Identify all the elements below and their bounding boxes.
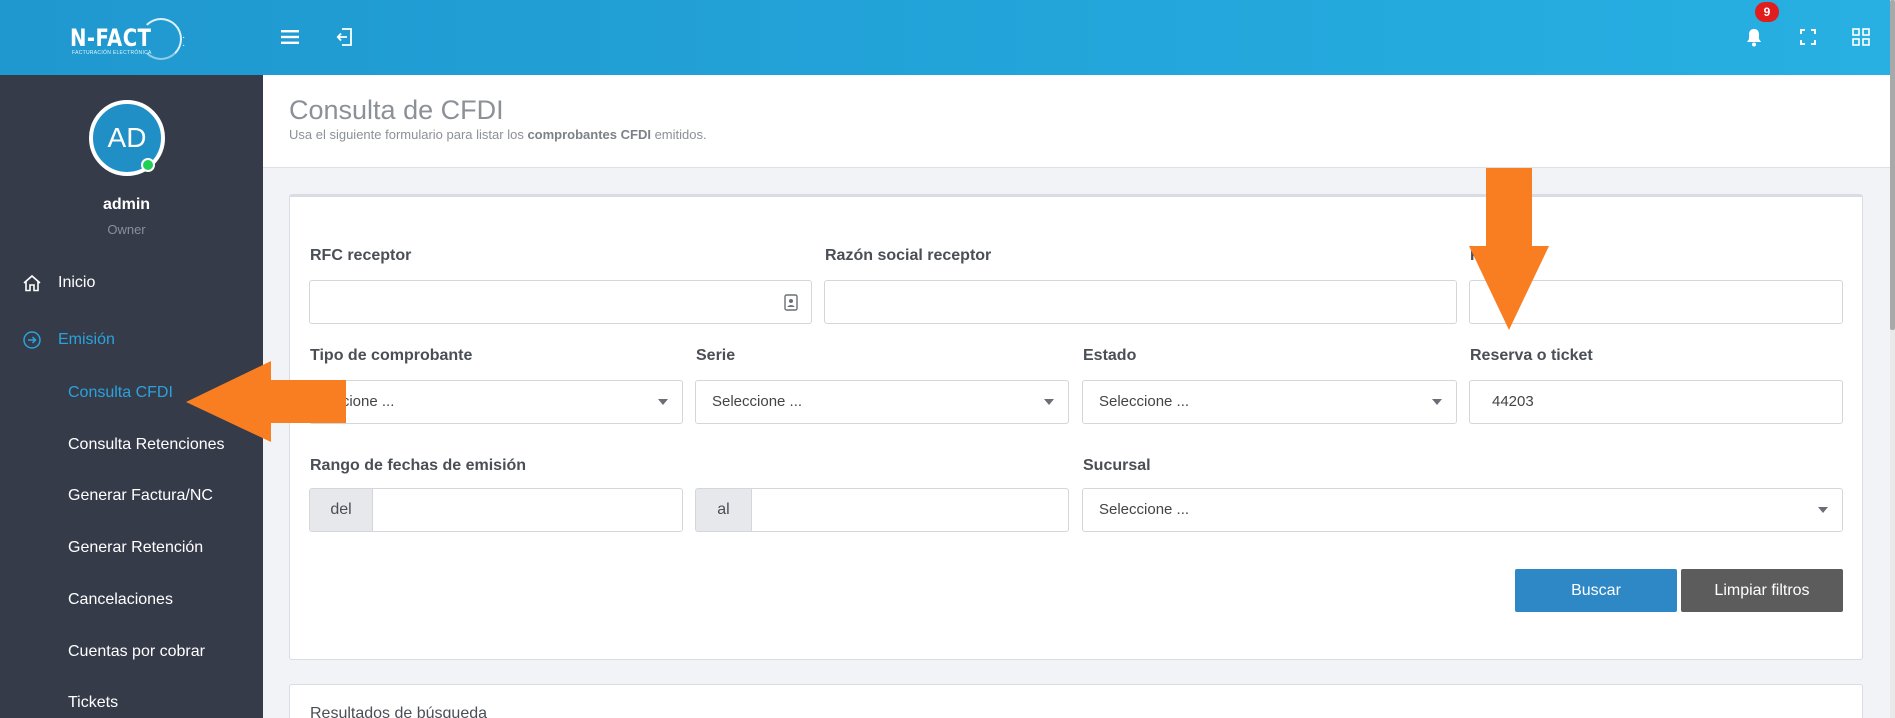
rfc-input[interactable]: [309, 280, 812, 324]
al-addon: al: [695, 488, 752, 532]
results-card: Resultados de búsqueda: [289, 684, 1863, 718]
logo-subtext: FACTURACIÓN ELECTRÓNICA: [72, 50, 152, 56]
results-title: Resultados de búsqueda: [310, 705, 488, 718]
contact-card-icon[interactable]: [784, 294, 798, 316]
estado-value: Seleccione ...: [1099, 393, 1190, 410]
notification-badge: 9: [1755, 2, 1779, 22]
tipo-comprobante-select[interactable]: eccione ...: [309, 380, 683, 424]
sucursal-label: Sucursal: [1083, 457, 1151, 474]
arrow-circle-right-icon: [14, 330, 50, 350]
del-addon: del: [309, 488, 373, 532]
rango-fechas-label: Rango de fechas de emisión: [310, 457, 527, 474]
sidebar-subitem-generar-retencion[interactable]: Generar Retención: [68, 539, 203, 557]
sidebar-item-emision[interactable]: Emisión: [0, 318, 263, 362]
reserva-ticket-label: Reserva o ticket: [1470, 347, 1593, 364]
fecha-al-input[interactable]: [751, 488, 1069, 532]
razon-social-label: Razón social receptor: [825, 247, 992, 264]
page-scrollbar-thumb[interactable]: [1890, 0, 1895, 330]
sidebar-subitem-cuentas-por-cobrar[interactable]: Cuentas por cobrar: [68, 643, 205, 661]
home-icon: [14, 274, 50, 292]
sidebar-subitem-consulta-cfdi[interactable]: Consulta CFDI: [68, 384, 173, 402]
razon-social-input[interactable]: [824, 280, 1457, 324]
page-title: Consulta de CFDI: [289, 95, 504, 125]
topbar: N-FACT FACTURACIÓN ELECTRÓNICA · · 9: [0, 0, 1890, 75]
serie-select[interactable]: Seleccione ...: [695, 380, 1069, 424]
page-header: Consulta de CFDI Usa el siguiente formul…: [263, 75, 1890, 168]
sidebar-subitem-cancelaciones[interactable]: Cancelaciones: [68, 591, 173, 609]
apps-grid-icon[interactable]: [1846, 22, 1876, 52]
fecha-del-input[interactable]: [372, 488, 683, 532]
sidebar: AD admin Owner Inicio Emisión Consulta C…: [0, 75, 263, 718]
sidebar-subitem-generar-factura[interactable]: Generar Factura/NC: [68, 487, 213, 505]
online-status-dot: [141, 158, 155, 172]
user-name: admin: [102, 196, 151, 213]
bell-icon[interactable]: [1739, 22, 1769, 52]
estado-select[interactable]: Seleccione ...: [1082, 380, 1457, 424]
sidebar-item-inicio[interactable]: Inicio: [0, 261, 263, 305]
sidebar-item-label: Emisión: [58, 331, 115, 348]
limpiar-filtros-button[interactable]: Limpiar filtros: [1681, 569, 1843, 612]
user-role: Owner: [107, 222, 146, 237]
estado-label: Estado: [1083, 347, 1137, 364]
hamburger-menu-icon[interactable]: [275, 22, 305, 52]
tipo-comprobante-label: Tipo de comprobante: [310, 347, 473, 364]
third-field-input[interactable]: [1469, 280, 1843, 324]
app-logo[interactable]: N-FACT FACTURACIÓN ELECTRÓNICA · ·: [70, 14, 185, 62]
filter-card: RFC receptor Razón social receptor F Tip…: [289, 194, 1863, 660]
page-subtitle: Usa el siguiente formulario para listar …: [289, 127, 707, 142]
caret-down-icon: [658, 399, 668, 405]
third-field-label: F: [1470, 247, 1480, 264]
serie-label: Serie: [696, 347, 736, 364]
logo-dots-icon: · ·: [182, 32, 186, 51]
rfc-label: RFC receptor: [310, 247, 412, 264]
buscar-button[interactable]: Buscar: [1515, 569, 1677, 612]
tipo-comprobante-value: eccione ...: [326, 393, 395, 410]
fullscreen-icon[interactable]: [1793, 22, 1823, 52]
logout-icon[interactable]: [330, 22, 360, 52]
sidebar-subitem-tickets[interactable]: Tickets: [68, 694, 118, 712]
sucursal-value: Seleccione ...: [1099, 501, 1190, 518]
sidebar-subitem-consulta-retenciones[interactable]: Consulta Retenciones: [68, 436, 225, 454]
reserva-ticket-input[interactable]: 44203: [1469, 380, 1843, 424]
page-subtitle-bold: comprobantes CFDI: [527, 127, 651, 142]
caret-down-icon: [1432, 399, 1442, 405]
caret-down-icon: [1044, 399, 1054, 405]
sucursal-select[interactable]: Seleccione ...: [1082, 488, 1843, 532]
caret-down-icon: [1818, 507, 1828, 513]
sidebar-item-label: Inicio: [58, 274, 96, 291]
serie-value: Seleccione ...: [712, 393, 803, 410]
logo-arc-icon: [140, 18, 182, 60]
